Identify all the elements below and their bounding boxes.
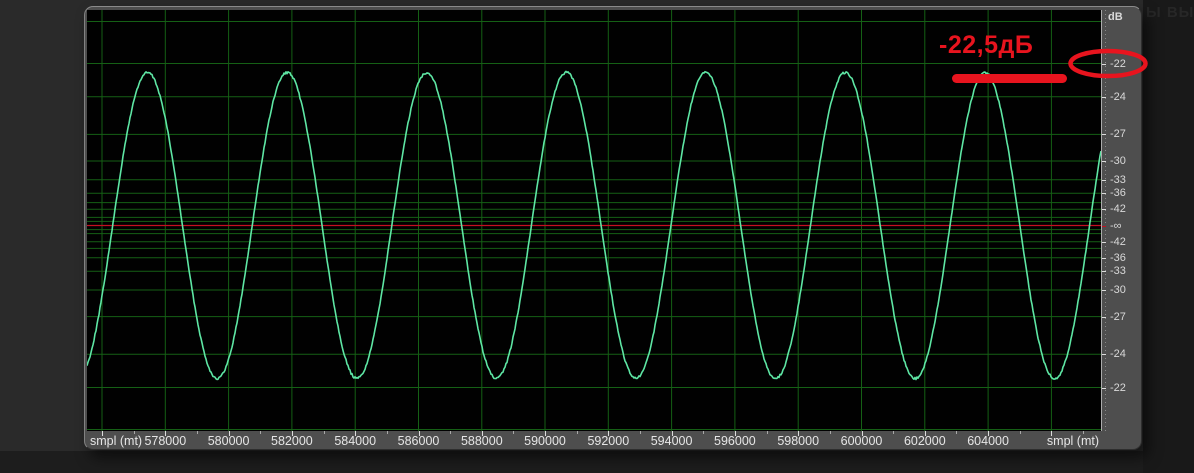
db-tick-label: -36 (1110, 251, 1126, 264)
waveform-display[interactable] (87, 10, 1102, 431)
sample-tick-label: 582000 (271, 434, 313, 448)
sample-tick-label: 586000 (397, 434, 440, 448)
db-tick (1102, 387, 1106, 389)
screenshot-root: Ы ВЫГ dB -22-24-27-30-33-36-42-∞-42-36-3… (0, 0, 1194, 473)
db-tick (1102, 179, 1106, 181)
db-tick (1102, 96, 1106, 98)
sample-unit-label-right: smpl (mt) (1046, 434, 1099, 448)
db-tick-label: -22 (1110, 381, 1126, 394)
db-tick (1102, 161, 1106, 162)
db-tick-label: -24 (1110, 348, 1126, 361)
db-tick (1102, 241, 1106, 243)
sample-tick-label: 598000 (777, 434, 820, 448)
sample-tick-label: 590000 (524, 434, 566, 448)
waveform-canvas (87, 10, 1101, 431)
db-tick (1102, 134, 1106, 136)
sample-tick-label: 588000 (460, 434, 503, 448)
db-tick-label: -24 (1110, 90, 1126, 103)
db-tick (1102, 271, 1106, 273)
db-tick-label: -27 (1110, 128, 1126, 141)
sample-tick-label: 604000 (967, 434, 1009, 448)
annotation-level-line (952, 74, 1067, 83)
sample-tick-label: 580000 (207, 434, 250, 448)
sample-major-tick (102, 431, 103, 436)
sample-tick-label: 596000 (714, 434, 756, 448)
db-tick (1102, 257, 1106, 259)
background-right-area (1143, 0, 1194, 473)
db-tick-label: -42 (1110, 235, 1126, 248)
sample-tick-label: 592000 (587, 434, 630, 448)
sample-tick-label: 602000 (903, 434, 946, 448)
sample-major-tick (1051, 431, 1053, 436)
db-tick (1102, 354, 1106, 356)
db-tick (1102, 209, 1106, 211)
sample-tick-label: 594000 (650, 434, 693, 448)
db-tick-label: -33 (1110, 265, 1126, 278)
db-tick-label: -30 (1110, 284, 1126, 296)
sample-tick-label: 600000 (840, 434, 883, 448)
db-tick-label: -30 (1110, 155, 1126, 167)
sample-tick-label: 584000 (334, 434, 377, 448)
db-tick-label: -33 (1110, 173, 1126, 186)
background-bottom-area (0, 451, 1143, 473)
db-tick-label: -27 (1110, 310, 1126, 323)
sample-tick-label: 578000 (144, 434, 187, 448)
db-tick-label: -42 (1110, 203, 1126, 216)
annotation-circle-icon (1068, 48, 1148, 79)
db-tick-label: -36 (1110, 187, 1126, 200)
sample-minor-tick (1083, 431, 1084, 434)
annotation-db-value-text: -22,5дБ (939, 31, 1034, 59)
db-axis-title: dB (1108, 11, 1123, 23)
db-tick-label: -∞ (1110, 219, 1122, 232)
watermark-text: Ы ВЫГ (1146, 4, 1194, 21)
db-tick (1102, 290, 1106, 291)
db-tick (1102, 193, 1106, 195)
db-tick (1102, 316, 1106, 318)
db-tick (1102, 225, 1106, 227)
